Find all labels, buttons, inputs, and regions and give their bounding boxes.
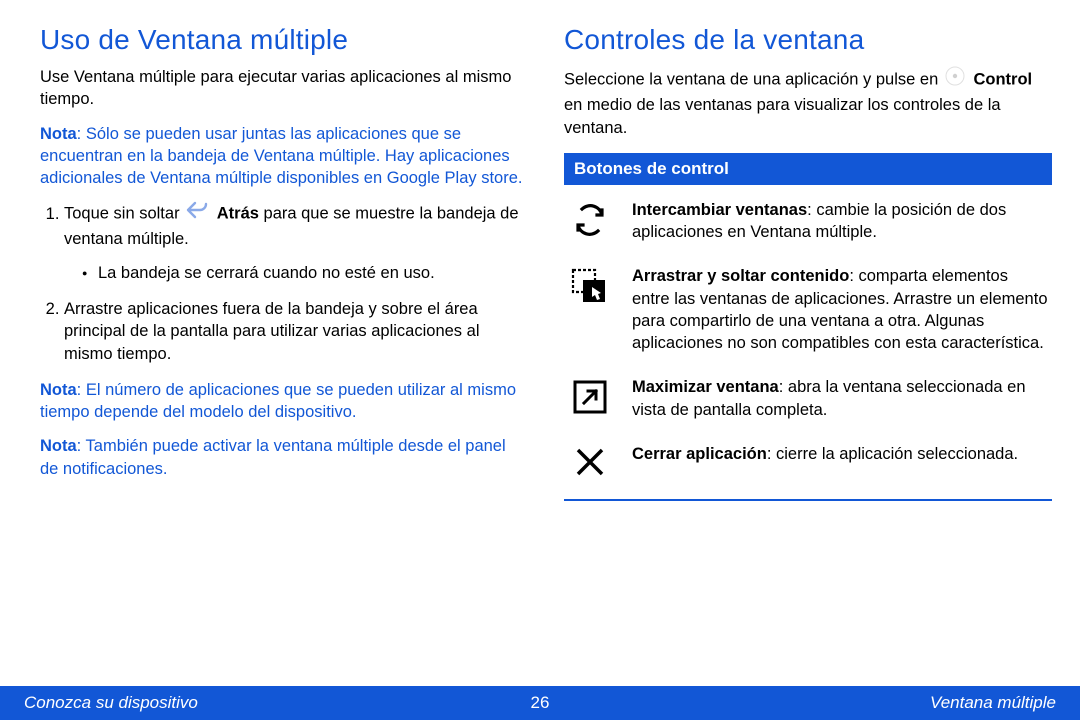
note-1: Nota: Sólo se pueden usar juntas las apl… <box>40 123 528 190</box>
note-3: Nota: También puede activar la ventana m… <box>40 435 528 480</box>
step-2: Arrastre aplicaciones fuera de la bandej… <box>64 298 528 365</box>
heading-uso: Uso de Ventana múltiple <box>40 24 528 56</box>
step-1: Toque sin soltar Atrás para que se muest… <box>64 201 528 284</box>
note-2: Nota: El número de aplicaciones que se p… <box>40 379 528 424</box>
section-botones: Botones de control <box>564 153 1052 185</box>
row-maximize: Maximizar ventana: abra la ventana selec… <box>568 376 1048 421</box>
row-close: Cerrar aplicación: cierre la aplicación … <box>568 443 1048 479</box>
maximize-icon <box>568 376 612 421</box>
drag-drop-icon <box>568 265 612 354</box>
control-buttons-list: Intercambiar ventanas: cambie la posició… <box>564 185 1052 501</box>
right-column: Controles de la ventana Seleccione la ve… <box>564 24 1052 676</box>
intro-text: Use Ventana múltiple para ejecutar varia… <box>40 66 528 111</box>
heading-controles: Controles de la ventana <box>564 24 1052 56</box>
row-swap: Intercambiar ventanas: cambie la posició… <box>568 199 1048 244</box>
footer-right: Ventana múltiple <box>930 693 1056 713</box>
step-1-sub: La bandeja se cerrará cuando no esté en … <box>82 262 528 284</box>
steps-list: Toque sin soltar Atrás para que se muest… <box>40 201 528 365</box>
row-dragdrop: Arrastrar y soltar contenido: comparta e… <box>568 265 1048 354</box>
intro-right: Seleccione la ventana de una aplicación … <box>564 66 1052 139</box>
swap-windows-icon <box>568 199 612 244</box>
footer-left: Conozca su dispositivo <box>24 693 198 713</box>
footer-bar: Conozca su dispositivo 26 Ventana múltip… <box>0 686 1080 720</box>
back-arrow-icon <box>186 201 208 225</box>
close-icon <box>568 443 612 479</box>
control-dot-icon <box>945 66 965 92</box>
page-number: 26 <box>531 693 550 713</box>
left-column: Uso de Ventana múltiple Use Ventana múlt… <box>40 24 528 676</box>
